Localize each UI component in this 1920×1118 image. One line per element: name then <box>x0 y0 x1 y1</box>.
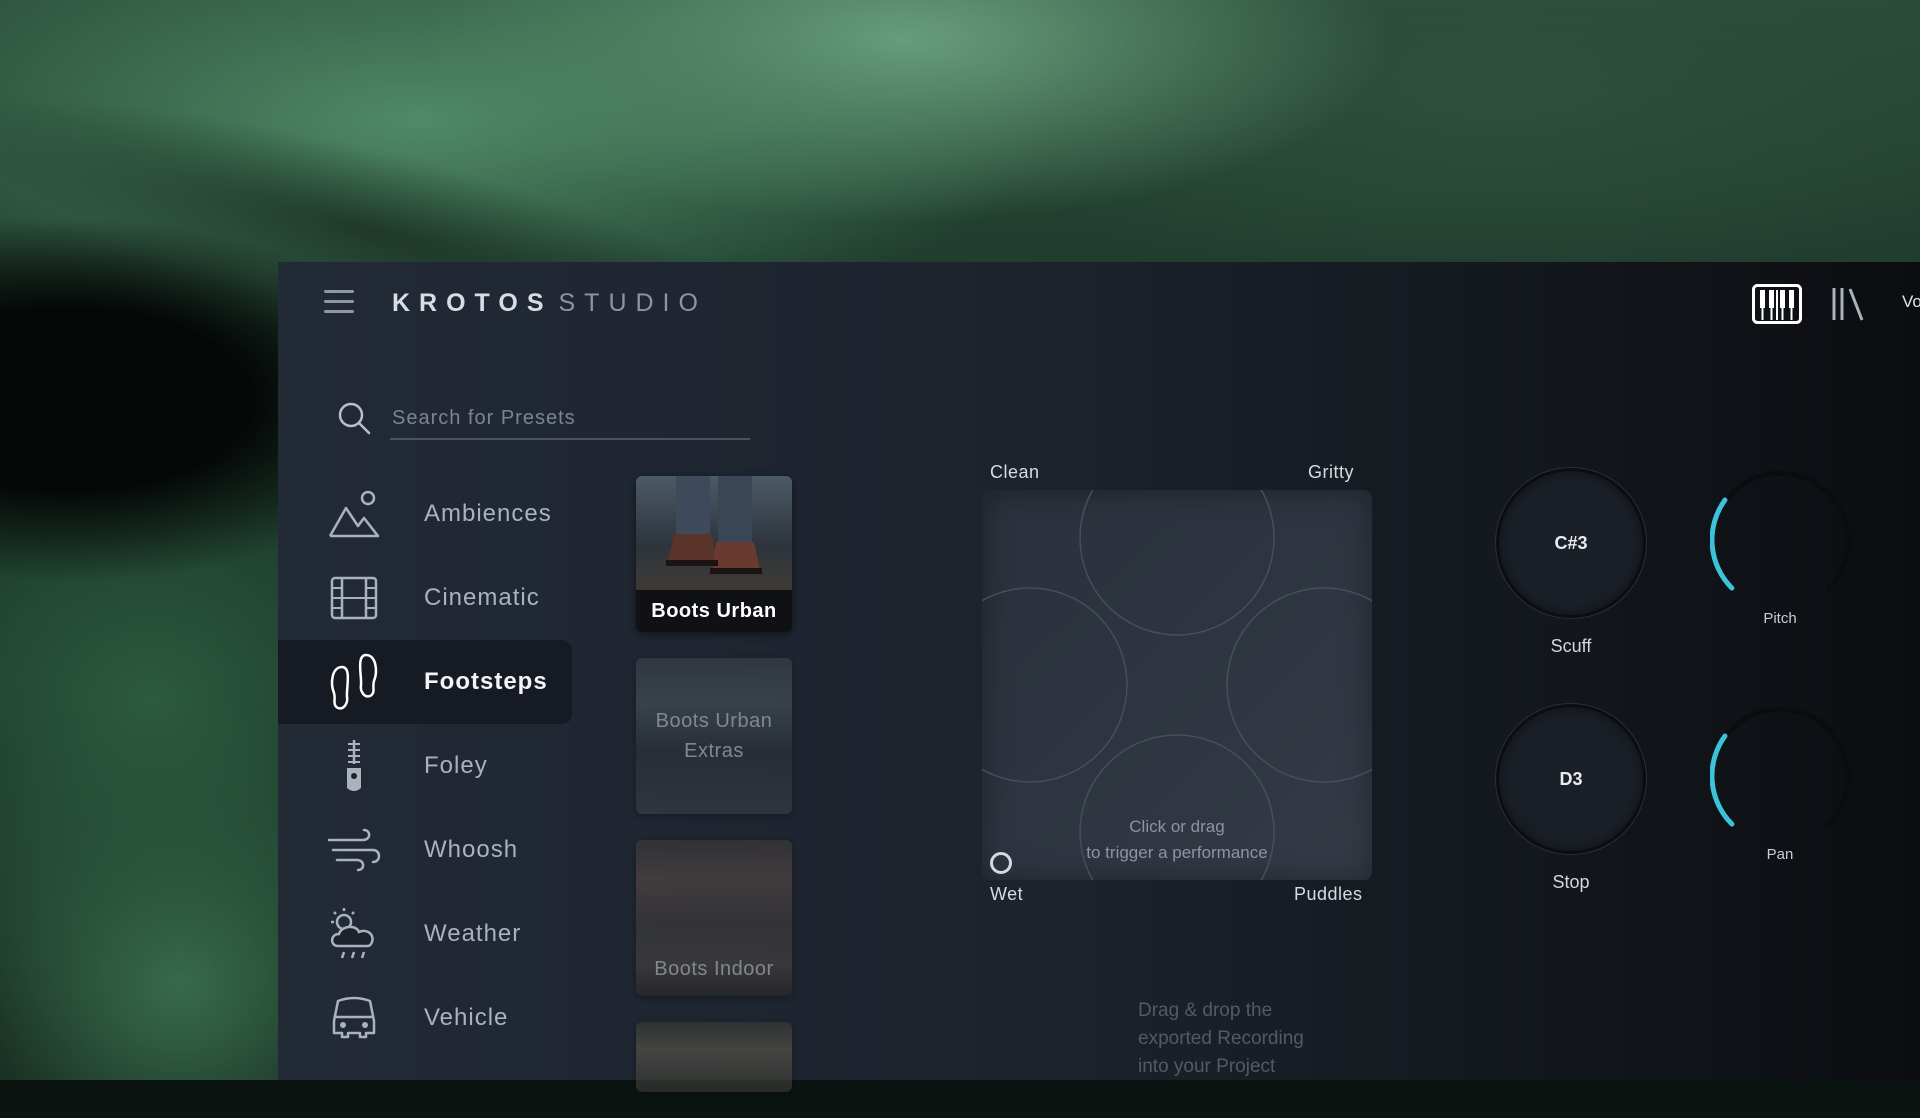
pad-label-top-left: Clean <box>990 462 1040 482</box>
sidebar-item-whoosh[interactable]: Whoosh <box>278 808 572 892</box>
pad-label-top-right: Gritty <box>1308 462 1354 482</box>
sidebar-item-label: Whoosh <box>424 836 519 863</box>
brand-logo: KROTOS STUDIO <box>392 289 707 318</box>
dropnote-line3: into your Project <box>1138 1056 1276 1077</box>
xy-performance-pad[interactable]: Click or drag to trigger a performance <box>982 490 1372 880</box>
pan-dial[interactable] <box>1709 706 1851 846</box>
hamburger-menu-icon[interactable] <box>324 286 356 318</box>
dropnote-line1: Drag & drop the <box>1138 1000 1273 1021</box>
stop-note: D3 <box>1559 768 1583 789</box>
sidebar-item-label: Foley <box>424 752 488 779</box>
scuff-note: C#3 <box>1554 532 1588 553</box>
sidebar-item-cinematic[interactable]: Cinematic <box>278 556 572 640</box>
pad-label-bottom-left: Wet <box>990 884 1024 904</box>
boots-photo-image <box>666 476 762 574</box>
sidebar-item-label: Weather <box>424 920 522 947</box>
sidebar-item-label: Vehicle <box>424 1004 509 1031</box>
stop-trigger-knob[interactable]: D3 <box>1496 704 1646 854</box>
dropnote-line2: exported Recording <box>1138 1028 1304 1049</box>
preset-boots-indoor[interactable]: Boots Indoor <box>636 840 792 996</box>
sun-cloud-rain-icon <box>326 906 382 962</box>
pad-label-bottom-right: Puddles <box>1294 884 1363 904</box>
sidebar-item-footsteps[interactable]: Footsteps <box>278 640 572 724</box>
pan-dial-arc <box>1709 733 1735 827</box>
mountain-sun-icon <box>326 486 382 542</box>
preset-search <box>336 392 750 444</box>
pan-label: Pan <box>1766 846 1794 863</box>
preset-label: Boots Indoor <box>654 958 774 980</box>
sidebar-item-label: Cinematic <box>424 584 540 611</box>
stop-label: Stop <box>1552 872 1590 892</box>
brand-name-light: STUDIO <box>558 289 707 317</box>
preset-partial[interactable] <box>636 1022 792 1092</box>
preset-boots-urban[interactable]: Boots Urban <box>636 476 792 632</box>
piano-keys-icon[interactable] <box>1752 284 1802 324</box>
pan-dial-track <box>1709 706 1851 828</box>
pad-hint-line1: Click or drag <box>1129 817 1225 836</box>
category-sidebar: Ambiences Cinematic Footsteps Foley Whoo… <box>278 472 572 1060</box>
sidebar-item-weather[interactable]: Weather <box>278 892 572 976</box>
scuff-trigger-knob[interactable]: C#3 <box>1496 468 1646 618</box>
footprints-icon <box>326 653 382 710</box>
sidebar-item-vehicle[interactable]: Vehicle <box>278 976 572 1060</box>
preset-boots-urban-extras[interactable]: Boots Urban Extras <box>636 658 792 814</box>
pitch-label: Pitch <box>1763 610 1797 627</box>
pitch-dial-track <box>1709 470 1851 592</box>
car-icon <box>326 990 382 1046</box>
zipper-icon <box>326 738 382 794</box>
sidebar-item-label: Footsteps <box>424 668 548 695</box>
brand-name-bold: KROTOS <box>392 289 553 317</box>
preset-list: Boots Urban Boots Urban Extras Boots Ind… <box>636 476 794 1118</box>
search-input[interactable] <box>390 398 750 440</box>
film-strip-icon <box>326 570 382 626</box>
pad-hint-line2: to trigger a performance <box>1086 843 1268 862</box>
volume-label: Vo <box>1902 292 1920 311</box>
sidebar-item-ambiences[interactable]: Ambiences <box>278 472 572 556</box>
pitch-dial-arc <box>1709 497 1735 591</box>
pad-hint: Click or drag to trigger a performance <box>982 814 1372 866</box>
pad-position-handle[interactable] <box>990 852 1012 874</box>
search-icon <box>338 402 371 435</box>
sidebar-item-foley[interactable]: Foley <box>278 724 572 808</box>
export-drop-note: Drag & drop the exported Recording into … <box>1138 997 1304 1081</box>
preset-label: Boots Urban <box>636 590 792 632</box>
wind-icon <box>326 822 382 878</box>
performance-pad-area: Clean Gritty Click or drag to trigger a … <box>982 452 1402 904</box>
sidebar-item-label: Ambiences <box>424 500 552 527</box>
pitch-dial[interactable] <box>1709 470 1851 610</box>
scuff-label: Scuff <box>1550 636 1592 656</box>
library-icon[interactable] <box>1828 284 1868 324</box>
krotos-studio-window: KROTOS STUDIO Vo Search for Presets Ambi… <box>278 262 1920 1092</box>
preset-label: Boots Urban Extras <box>655 710 773 762</box>
